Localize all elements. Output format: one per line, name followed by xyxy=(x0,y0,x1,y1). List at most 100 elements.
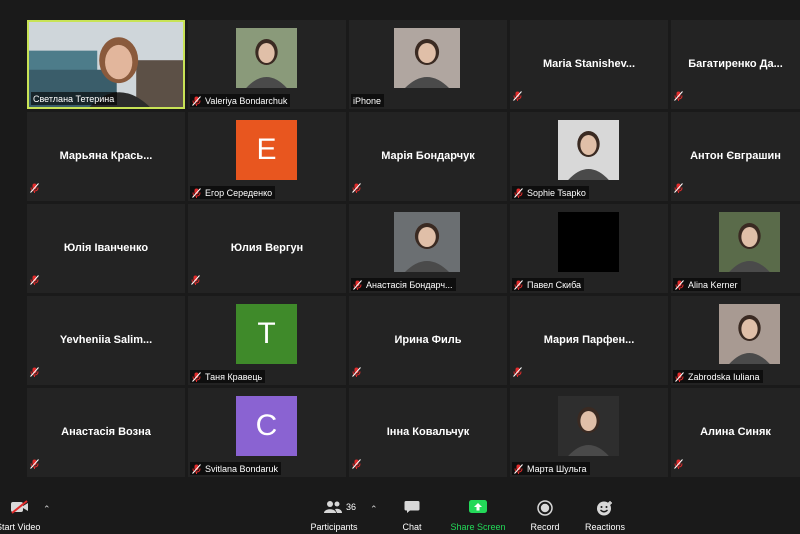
participant-display-name: Yevheniia Salim... xyxy=(59,334,153,346)
participant-name-label: iPhone xyxy=(351,94,385,107)
participant-display-name: Марія Бондарчук xyxy=(381,150,475,162)
muted-mic-icon xyxy=(352,459,361,469)
participant-tile[interactable]: C Svitlana Bondaruk xyxy=(188,388,346,477)
start-video-button[interactable]: Start Video xyxy=(0,486,42,534)
muted-mic-icon xyxy=(674,91,683,101)
participant-name: Alina Kerner xyxy=(688,279,738,290)
participant-tile[interactable]: iPhone xyxy=(349,20,507,109)
chat-button[interactable]: Chat xyxy=(392,486,432,534)
participant-name: Таня Кравець xyxy=(205,371,263,382)
muted-mic-icon xyxy=(192,187,201,198)
muted-mic-icon xyxy=(30,183,39,193)
muted-mic-icon xyxy=(192,463,201,474)
participant-profile-photo xyxy=(558,212,619,272)
participant-display-name: Юлия Вергун xyxy=(230,242,304,254)
participant-tile[interactable]: T Таня Кравець xyxy=(188,296,346,385)
participant-name: Sophie Tsapko xyxy=(527,187,586,198)
video-off-icon xyxy=(10,500,30,516)
participant-tile[interactable]: Алина Синяк xyxy=(671,388,800,477)
participant-tile[interactable]: Светлана Тетерина xyxy=(27,20,185,109)
record-button[interactable]: Record xyxy=(524,486,566,534)
start-video-label: Start Video xyxy=(0,522,41,532)
participant-tile[interactable]: Zabrodska Iuliana xyxy=(671,296,800,385)
meeting-toolbar: Start Video ⌃ Participants 36 ⌃ Chat Sha… xyxy=(0,486,800,534)
muted-mic-icon xyxy=(675,279,684,290)
participant-tile[interactable]: Інна Ковальчук xyxy=(349,388,507,477)
participants-label: Participants xyxy=(310,522,358,532)
record-label: Record xyxy=(530,522,560,532)
participant-tile[interactable]: Sophie Tsapko xyxy=(510,112,668,201)
participant-profile-photo xyxy=(558,120,619,180)
muted-mic-icon xyxy=(30,367,39,377)
mute-indicator xyxy=(352,180,365,198)
mute-indicator xyxy=(674,180,687,198)
participant-tile[interactable]: Багатиренко Да... xyxy=(671,20,800,109)
gallery-grid: Светлана Тетерина Valeriya Bondarchuk iPho… xyxy=(0,0,800,486)
reactions-smiley-icon xyxy=(596,500,614,518)
participant-display-name: Інна Ковальчук xyxy=(386,426,470,438)
share-screen-button[interactable]: Share Screen xyxy=(448,486,508,534)
share-screen-label: Share Screen xyxy=(450,522,506,532)
mute-indicator xyxy=(30,272,43,290)
participant-tile[interactable]: Юлія Іванченко xyxy=(27,204,185,293)
muted-mic-icon xyxy=(513,91,522,101)
participant-profile-photo xyxy=(236,28,297,88)
participant-profile-photo xyxy=(394,28,460,88)
participant-name: Марта Шульга xyxy=(527,463,587,474)
participants-icon xyxy=(323,500,343,516)
mute-indicator xyxy=(513,88,526,106)
participant-name-label: Анастасія Бондарч... xyxy=(351,278,456,291)
participant-tile[interactable]: Павел Скиба xyxy=(510,204,668,293)
participant-tile[interactable]: Yevheniia Salim... xyxy=(27,296,185,385)
mute-indicator xyxy=(30,364,43,382)
muted-mic-icon xyxy=(514,279,523,290)
mute-indicator xyxy=(352,364,365,382)
participant-display-name: Юлія Іванченко xyxy=(63,242,149,254)
participant-name-label: Alina Kerner xyxy=(673,278,741,291)
participant-name-label: Zabrodska Iuliana xyxy=(673,370,763,383)
reactions-button[interactable]: Reactions xyxy=(582,486,628,534)
share-screen-icon xyxy=(469,500,487,516)
participant-tile[interactable]: Анастасія Бондарч... xyxy=(349,204,507,293)
participant-tile[interactable]: Марьяна Крась... xyxy=(27,112,185,201)
muted-mic-icon xyxy=(675,371,684,382)
participant-tile[interactable]: Maria Stanishev... xyxy=(510,20,668,109)
participant-name-label: Павел Скиба xyxy=(512,278,585,291)
participant-name: Zabrodska Iuliana xyxy=(688,371,760,382)
participant-profile-photo xyxy=(394,212,460,272)
participant-tile[interactable]: Марта Шульга xyxy=(510,388,668,477)
mute-indicator xyxy=(674,88,687,106)
participant-tile[interactable]: Марія Бондарчук xyxy=(349,112,507,201)
participant-display-name: Алина Синяк xyxy=(700,426,771,438)
participant-display-name: Ирина Филь xyxy=(394,334,462,346)
mute-indicator xyxy=(513,364,526,382)
participants-options-chevron-icon[interactable]: ⌃ xyxy=(370,504,378,515)
participant-tile[interactable]: Мария Парфен... xyxy=(510,296,668,385)
participant-name-label: Светлана Тетерина xyxy=(31,92,118,105)
mute-indicator xyxy=(674,456,687,474)
participant-display-name: Багатиренко Да... xyxy=(688,58,783,70)
participant-profile-photo xyxy=(719,212,780,272)
participant-tile[interactable]: E Егор Середенко xyxy=(188,112,346,201)
participant-tile[interactable]: Анастасія Возна xyxy=(27,388,185,477)
video-options-chevron-icon[interactable]: ⌃ xyxy=(43,504,51,515)
participant-display-name: Анастасія Возна xyxy=(61,426,151,438)
participant-initial-avatar: C xyxy=(236,396,297,456)
participant-tile[interactable]: Valeriya Bondarchuk xyxy=(188,20,346,109)
participant-name: Павел Скиба xyxy=(527,279,582,290)
mute-indicator xyxy=(30,180,43,198)
chat-icon xyxy=(404,500,420,516)
participant-name: iPhone xyxy=(353,95,382,106)
participant-tile[interactable]: Антон Євграшин xyxy=(671,112,800,201)
participant-tile[interactable]: Ирина Филь xyxy=(349,296,507,385)
muted-mic-icon xyxy=(192,95,201,106)
muted-mic-icon xyxy=(352,367,361,377)
participant-name: Valeriya Bondarchuk xyxy=(205,95,288,106)
participant-profile-photo xyxy=(558,396,619,456)
muted-mic-icon xyxy=(30,459,39,469)
participant-tile[interactable]: Юлия Вергун xyxy=(188,204,346,293)
participant-name-label: Sophie Tsapko xyxy=(512,186,589,199)
participant-initial-avatar: E xyxy=(236,120,297,180)
participant-tile[interactable]: Alina Kerner xyxy=(671,204,800,293)
participant-display-name: Антон Євграшин xyxy=(690,150,781,162)
